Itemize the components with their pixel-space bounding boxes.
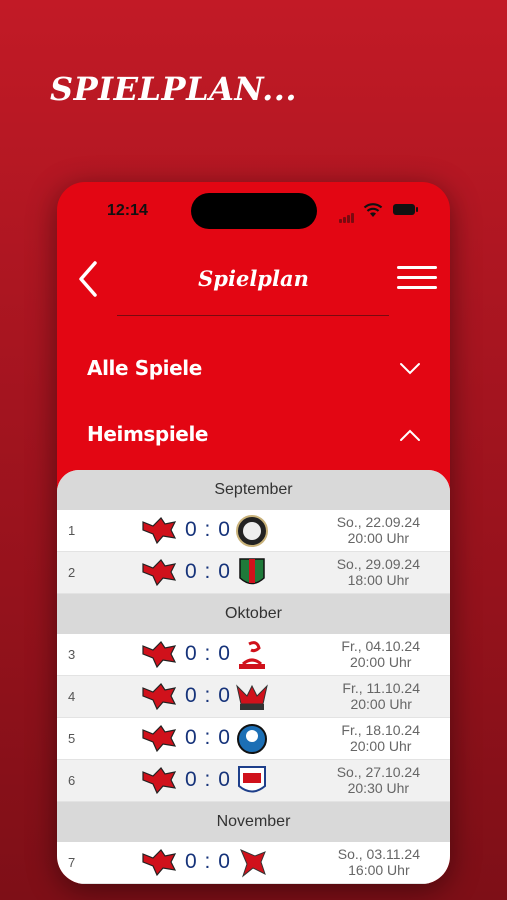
home-team-logo-icon <box>142 559 177 586</box>
wifi-icon <box>363 203 383 217</box>
game-number: 1 <box>68 523 76 538</box>
game-number: 3 <box>68 647 76 662</box>
game-row[interactable]: 6 0 : 0 So., 27.10.24 20:30 Uhr <box>57 760 450 802</box>
home-team-logo-icon <box>142 683 177 710</box>
away-team-logo-icon <box>236 515 268 547</box>
away-team-logo-icon <box>237 724 267 754</box>
game-datetime: Fr., 11.10.24 20:00 Uhr <box>342 680 420 712</box>
status-time: 12:14 <box>107 202 148 219</box>
score: 0 : 0 <box>185 850 231 873</box>
chevron-up-icon <box>400 429 420 441</box>
game-row[interactable]: 7 0 : 0 So., 03.11.24 16:00 Uhr <box>57 842 450 884</box>
schedule-panel[interactable]: September 1 0 : 0 So., 22.09.24 20:00 Uhr… <box>57 470 450 884</box>
game-datetime: So., 29.09.24 18:00 Uhr <box>336 556 420 588</box>
section-label: Heimspiele <box>87 422 209 446</box>
page-headline: SPIELPLAN... <box>50 70 298 108</box>
month-header: September <box>57 470 450 510</box>
chevron-down-icon <box>400 363 420 375</box>
game-number: 6 <box>68 773 76 788</box>
game-datetime: So., 27.10.24 20:30 Uhr <box>336 764 420 796</box>
game-row[interactable]: 1 0 : 0 So., 22.09.24 20:00 Uhr <box>57 510 450 552</box>
game-datetime: Fr., 18.10.24 20:00 Uhr <box>341 722 420 754</box>
home-team-logo-icon <box>142 725 177 752</box>
game-row[interactable]: 2 0 : 0 So., 29.09.24 18:00 Uhr <box>57 552 450 594</box>
home-team-logo-icon <box>142 517 177 544</box>
score: 0 : 0 <box>185 518 231 541</box>
home-team-logo-icon <box>142 641 177 668</box>
game-datetime: Fr., 04.10.24 20:00 Uhr <box>341 638 420 670</box>
score: 0 : 0 <box>185 684 231 707</box>
score: 0 : 0 <box>185 560 231 583</box>
game-number: 7 <box>68 855 76 870</box>
game-row[interactable]: 5 0 : 0 Fr., 18.10.24 20:00 Uhr <box>57 718 450 760</box>
home-team-logo-icon <box>142 849 177 876</box>
section-home-games[interactable]: Heimspiele <box>57 416 450 456</box>
game-datetime: So., 03.11.24 16:00 Uhr <box>337 846 420 878</box>
score: 0 : 0 <box>185 726 231 749</box>
game-datetime: So., 22.09.24 20:00 Uhr <box>336 514 420 546</box>
away-team-logo-icon <box>236 684 268 710</box>
score: 0 : 0 <box>185 642 231 665</box>
phone-frame: 12:14 Spielplan Alle Spiele Heimspiele S… <box>57 182 450 884</box>
game-number: 4 <box>68 689 76 704</box>
game-row[interactable]: 3 0 : 0 Fr., 04.10.24 20:00 Uhr <box>57 634 450 676</box>
game-number: 2 <box>68 565 76 580</box>
signal-icon <box>339 210 355 228</box>
battery-icon <box>393 204 418 215</box>
away-team-logo-icon <box>239 641 265 669</box>
section-all-games[interactable]: Alle Spiele <box>57 350 450 390</box>
away-team-logo-icon <box>238 766 266 793</box>
nav-title: Spielplan <box>198 266 309 291</box>
section-label: Alle Spiele <box>87 356 202 380</box>
away-team-logo-icon <box>239 558 265 585</box>
away-team-logo-icon <box>240 849 266 878</box>
dynamic-island <box>191 193 317 229</box>
hamburger-menu-icon[interactable] <box>397 266 437 292</box>
month-header: November <box>57 802 450 842</box>
game-number: 5 <box>68 731 76 746</box>
score: 0 : 0 <box>185 768 231 791</box>
game-row[interactable]: 4 0 : 0 Fr., 11.10.24 20:00 Uhr <box>57 676 450 718</box>
month-header: Oktober <box>57 594 450 634</box>
home-team-logo-icon <box>142 767 177 794</box>
nav-divider <box>117 315 389 316</box>
